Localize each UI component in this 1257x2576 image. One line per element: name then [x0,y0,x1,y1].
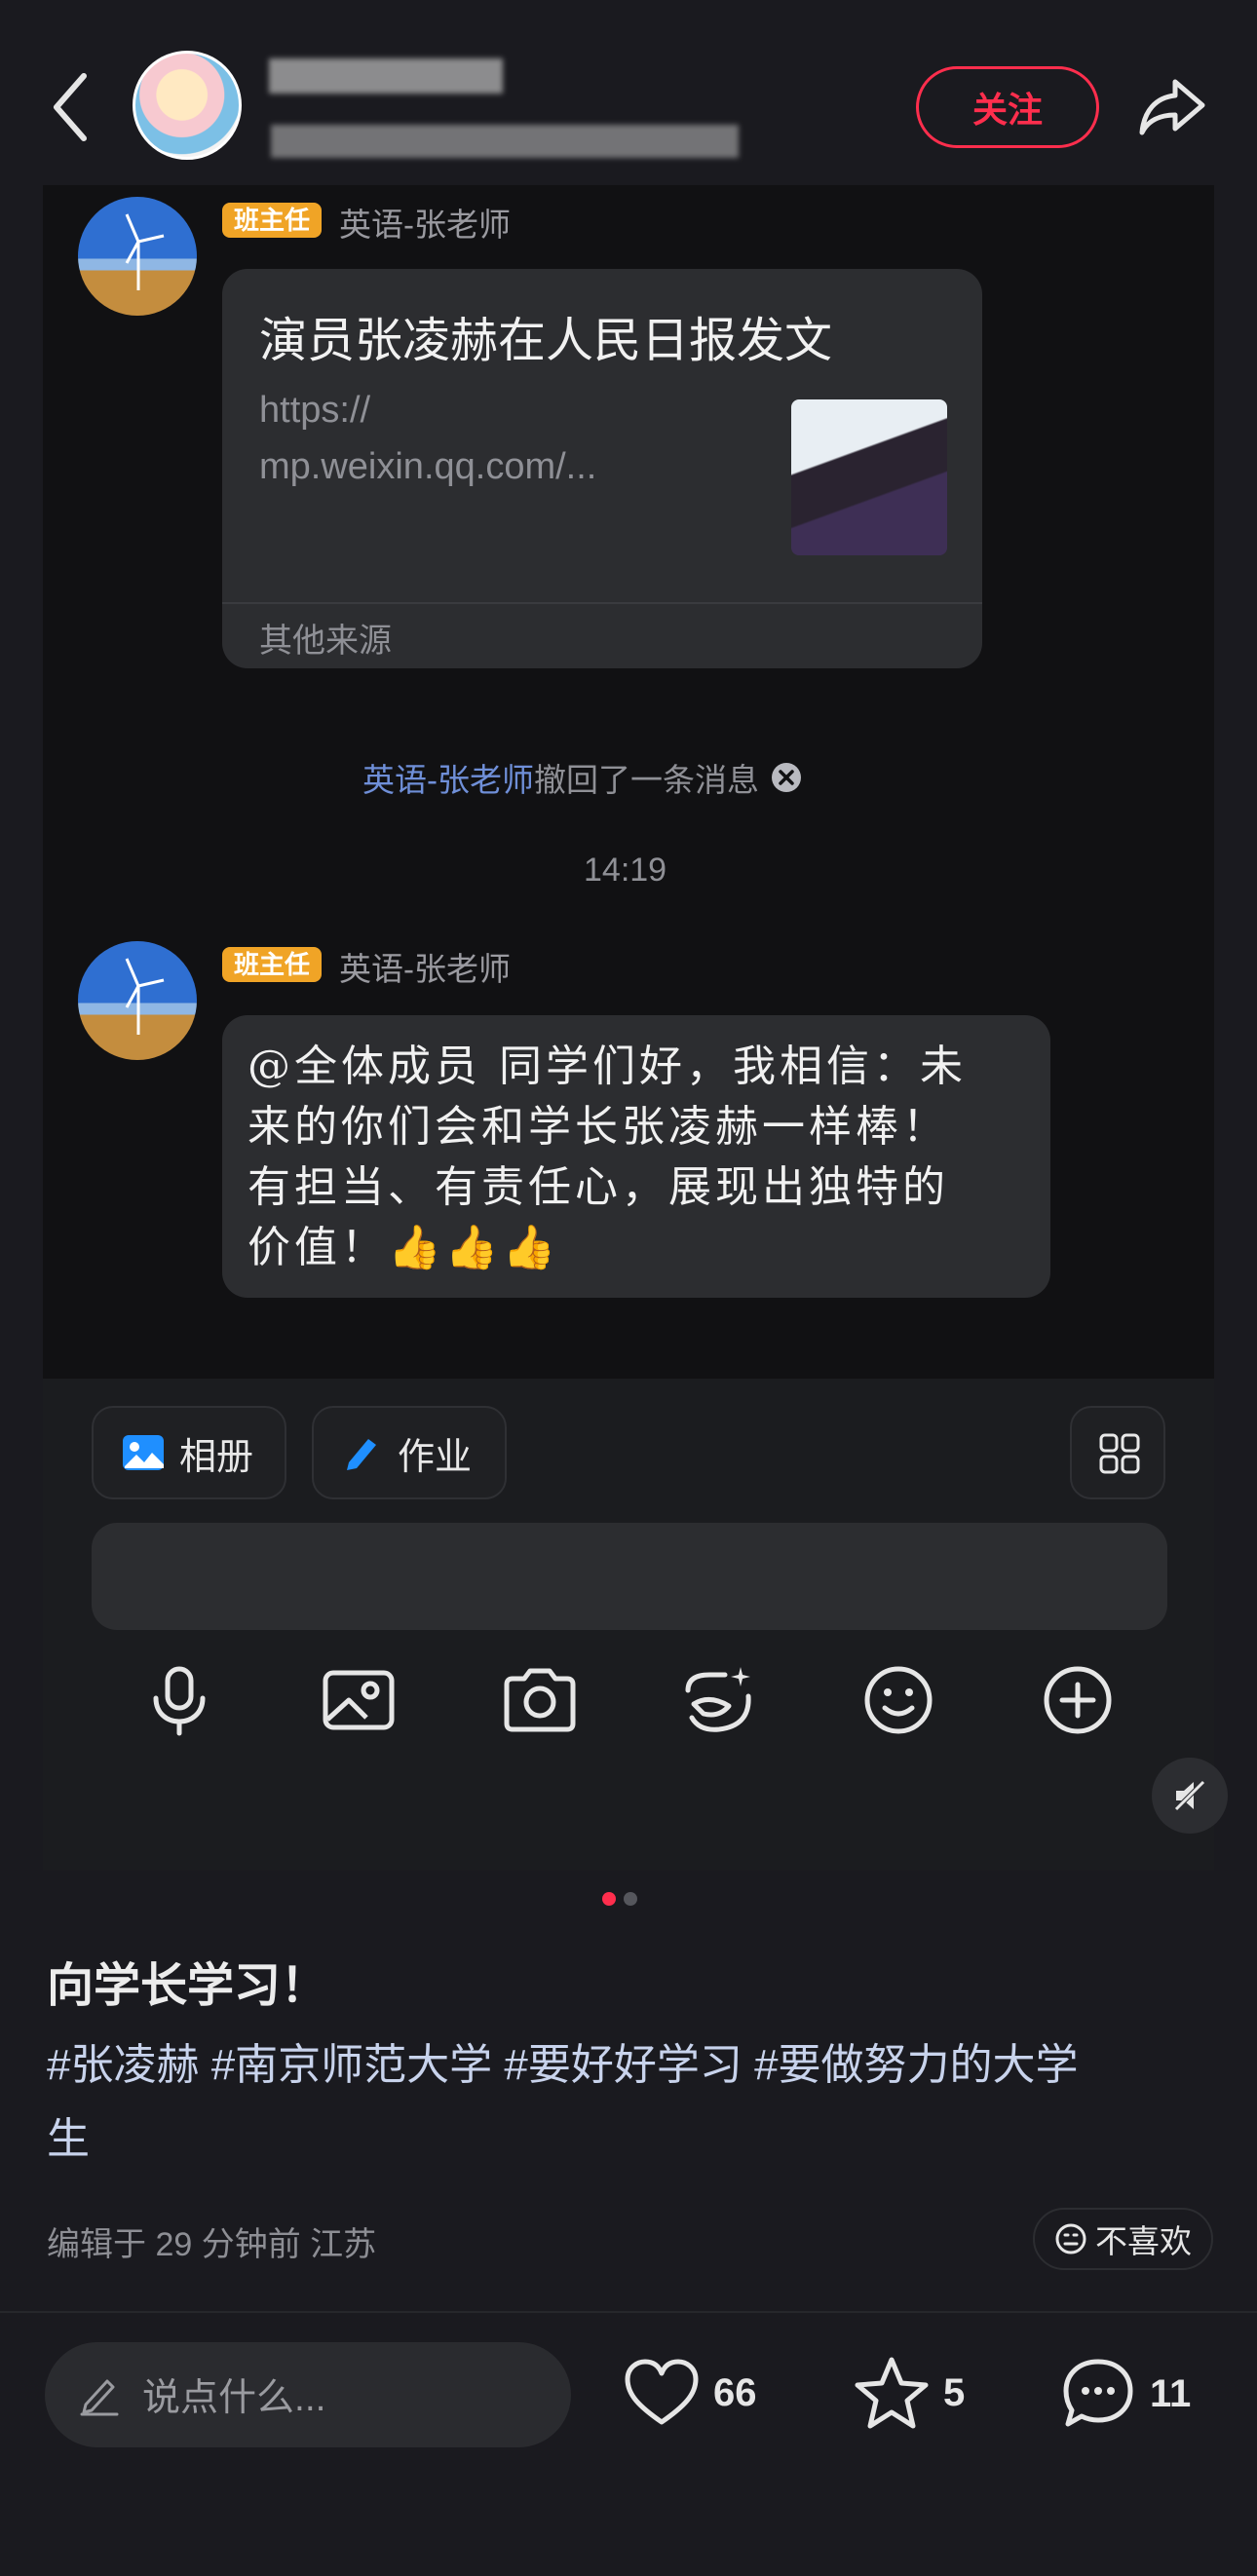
post-title: 向学长学习！ [47,1960,328,2012]
wind-turbine-image [125,958,165,1035]
homework-label: 作业 [398,1436,473,1478]
like-button[interactable]: 66 [624,2358,757,2428]
follow-button[interactable]: 关注 [916,66,1099,148]
link-card-title: 演员张凌赫在人民日报发文 [259,315,833,367]
picture-icon [323,1670,395,1730]
comment-count: 11 [1150,2371,1192,2415]
author-avatar[interactable] [133,51,242,160]
post-meta: 编辑于 29 分钟前 江苏 [47,2226,377,2263]
divider [0,2311,1257,2313]
link-card-source: 其他来源 [259,623,392,660]
message-timestamp: 14:19 [584,852,667,889]
wind-turbine-image [125,213,165,290]
mute-button[interactable] [1152,1758,1228,1834]
message-line: 价值！👍👍👍 [248,1223,560,1272]
image-icon [123,1435,164,1470]
link-card-url: https:// mp.weixin.qq.com/... [259,382,596,495]
link-card-divider [222,602,982,604]
close-circle-icon [772,763,801,792]
message-line: 有担当、有责任心，展现出独特的 [248,1162,949,1212]
comment-button[interactable]: 11 [1060,2356,1191,2432]
author-status-obscured [271,125,739,158]
chat-input-panel: 相册 作业 [43,1379,1214,1871]
album-chip: 相册 [92,1406,286,1499]
post-tags[interactable]: #张凌赫 #南京师范大学 #要好好学习 #要做努力的大学 生 [47,2028,1216,2177]
dislike-label: 不喜欢 [1095,2223,1192,2259]
microphone-icon [153,1666,206,1736]
url-line-2: mp.weixin.qq.com/... [259,446,597,487]
favorite-button[interactable]: 5 [854,2356,965,2430]
tags-line[interactable]: 生 [47,2102,1216,2177]
comment-placeholder: 说点什么... [142,2377,326,2419]
recall-sender: 英语-张老师 [362,762,534,798]
recall-text: 撤回了一条消息 [534,762,759,798]
message-line: 来的你们会和学长张凌赫一样棒！ [248,1102,949,1152]
url-line-1: https:// [259,390,371,431]
plus-circle-icon [1044,1666,1112,1734]
top-bar: 关注 [0,0,1257,185]
album-label: 相册 [179,1436,254,1478]
comment-input[interactable]: 说点什么... [45,2342,571,2447]
camera-icon [504,1668,576,1732]
heart-icon [625,2359,699,2425]
emoji-icon [864,1666,933,1734]
chat-text-input [92,1523,1167,1630]
chat-screenshot: 班主任 英语-张老师 演员张凌赫在人民日报发文 https:// mp.weix… [43,185,1214,1379]
role-badge: 班主任 [222,947,323,982]
dislike-button[interactable]: 不喜欢 [1033,2208,1213,2270]
tags-line[interactable]: #张凌赫 #南京师范大学 #要好好学习 #要做努力的大学 [47,2028,1216,2102]
star-count: 5 [943,2370,966,2414]
ai-bubble-icon [685,1667,751,1732]
speaker-muted-icon [1172,1780,1205,1813]
author-name-obscured [269,58,503,94]
sender-avatar [78,941,197,1060]
share-icon[interactable] [1136,72,1208,140]
recall-notice: 英语-张老师撤回了一条消息 [362,754,802,801]
frown-icon [1055,2223,1086,2254]
grid-icon [1099,1433,1140,1474]
back-arrow-icon[interactable] [47,68,95,146]
post-image[interactable]: 班主任 英语-张老师 演员张凌赫在人民日报发文 https:// mp.weix… [43,185,1214,1379]
comment-bubble-icon [1063,2359,1133,2427]
role-badge: 班主任 [222,203,323,238]
carousel-indicator [598,1892,641,1911]
link-card-thumbnail [791,399,947,555]
sender-name: 英语-张老师 [339,207,511,243]
sender-avatar [78,197,197,316]
link-card: 演员张凌赫在人民日报发文 https:// mp.weixin.qq.com/.… [222,269,982,668]
carousel-dot [624,1892,637,1906]
apps-grid-button [1070,1406,1165,1499]
star-icon [855,2357,929,2429]
sender-name: 英语-张老师 [339,951,511,987]
message-bubble: @全体成员 同学们好，我相信：未 来的你们会和学长张凌赫一样棒！ 有担当、有责任… [222,1015,1050,1298]
pencil-icon [347,1439,376,1470]
homework-chip: 作业 [312,1406,507,1499]
message-line: @全体成员 同学们好，我相信：未 [248,1042,967,1091]
like-count: 66 [713,2370,757,2414]
pencil-icon [80,2379,119,2416]
carousel-dot-active [602,1892,616,1906]
